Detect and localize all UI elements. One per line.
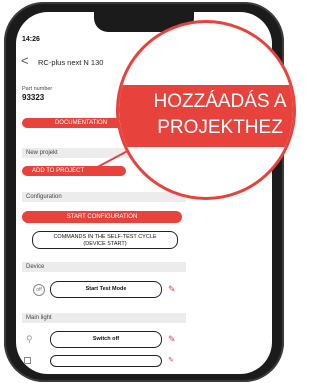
switch-off-button[interactable]: Switch off [50,331,162,348]
start-configuration-button[interactable]: START CONFIGURATION [22,211,182,223]
status-time: 14:26 [22,36,40,43]
checkbox[interactable] [24,357,31,364]
power-icon: off [33,284,45,296]
part-number-label: Part number [22,86,53,92]
pencil-icon[interactable]: ✎ [168,284,176,295]
section-main-light: Main light [22,313,186,323]
start-test-mode-button[interactable]: Start Test Mode [50,281,162,298]
magnifier-callout: HOZZÁADÁS A PROJEKTHEZ [116,20,296,200]
section-configuration: Configuration [22,192,186,202]
commands-line2: (DEVICE START) [83,241,127,247]
commands-line1: COMMANDS IN THE SELF-TEST CYCLE [53,234,157,240]
partial-button[interactable] [50,355,162,367]
commands-self-test-button[interactable]: COMMANDS IN THE SELF-TEST CYCLE (DEVICE … [32,231,178,249]
add-to-project-button[interactable]: ADD TO PROJECT [22,166,126,176]
magnifier-line1: HOZZÁADÁS A [153,91,287,112]
part-number-value: 93323 [22,93,45,102]
pencil-icon[interactable]: ✎ [168,356,174,364]
bulb-icon: ⚲ [26,334,33,344]
back-chevron-icon[interactable]: < [21,54,29,67]
pencil-icon[interactable]: ✎ [168,334,176,345]
section-device: Device [22,262,186,272]
magnifier-line2: PROJEKTHEZ [157,117,283,138]
page-title: RC-plus next N 130 [38,58,104,67]
